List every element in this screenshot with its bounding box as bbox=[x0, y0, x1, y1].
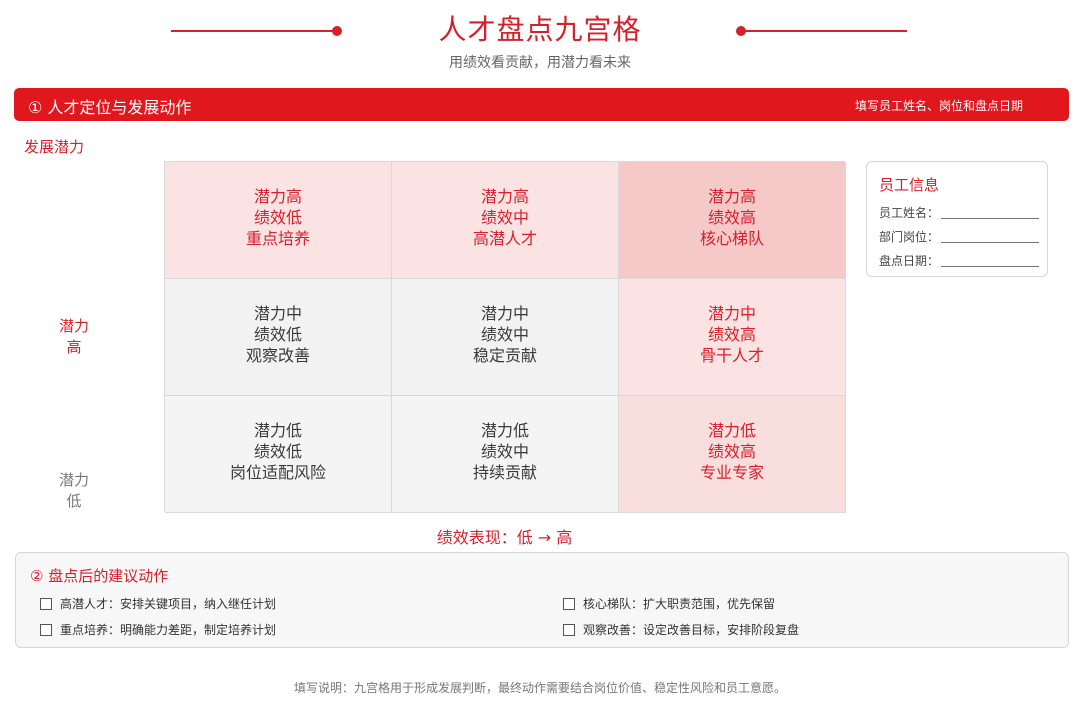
footnote: 填写说明：九宫格用于形成发展判断，最终动作需要结合岗位价值、稳定性风险和员工意愿… bbox=[293, 681, 786, 695]
action-label: 重点培养：明确能力差距，制定培养计划 bbox=[60, 623, 277, 637]
checkbox-icon[interactable] bbox=[563, 597, 575, 610]
recommended-actions-panel: ② 盘点后的建议动作 高潜人才：安排关键项目，纳入继任计划 核心梯队：扩大职责范… bbox=[15, 552, 1069, 648]
decorative-line-right bbox=[741, 30, 907, 32]
review-date-field[interactable] bbox=[941, 266, 1039, 267]
employee-info-card: 员工信息 员工姓名： 部门岗位： 盘点日期： bbox=[866, 161, 1048, 277]
y-axis-low-label: 潜力 低 bbox=[54, 470, 94, 512]
cell-criteria-label: 潜力中 bbox=[253, 303, 302, 323]
cell-category-label: 持续贡献 bbox=[472, 462, 537, 482]
action-item[interactable]: 高潜人才：安排关键项目，纳入继任计划 bbox=[40, 595, 276, 612]
cell-category-label: 观察改善 bbox=[245, 345, 310, 365]
y-axis-low-line2: 低 bbox=[66, 492, 82, 510]
cell-category-label: 骨干人才 bbox=[699, 345, 764, 365]
section-hint: 填写员工姓名、岗位和盘点日期 bbox=[854, 99, 1023, 113]
page-header: 人才盘点九宫格 用绩效看贡献，用潜力看未来 bbox=[0, 0, 1080, 80]
action-label: 观察改善：设定改善目标，安排阶段复盘 bbox=[583, 623, 800, 637]
cell-criteria-label: 潜力低 bbox=[480, 420, 529, 440]
cell-category-label: 专业专家 bbox=[699, 462, 764, 482]
employee-name-field[interactable] bbox=[941, 218, 1039, 219]
checkbox-icon[interactable] bbox=[563, 623, 575, 636]
cell-criteria-label: 潜力高 bbox=[253, 186, 302, 206]
checkbox-icon[interactable] bbox=[40, 623, 52, 636]
y-axis-high-line1: 潜力 bbox=[58, 317, 89, 335]
action-label: 核心梯队：扩大职责范围，优先保留 bbox=[583, 597, 776, 611]
cell-criteria-label: 潜力低 bbox=[253, 420, 302, 440]
cell-category-label: 高潜人才 bbox=[472, 228, 537, 248]
grid-cell: 潜力中 绩效低 观察改善 bbox=[165, 279, 392, 396]
grid-cell: 潜力高 绩效中 高潜人才 bbox=[392, 162, 619, 279]
cell-criteria-label: 绩效高 bbox=[707, 207, 756, 227]
actions-title: ② 盘点后的建议动作 bbox=[30, 567, 169, 585]
action-item[interactable]: 重点培养：明确能力差距，制定培养计划 bbox=[40, 621, 276, 638]
cell-criteria-label: 绩效高 bbox=[707, 324, 756, 344]
cell-criteria-label: 潜力高 bbox=[480, 186, 529, 206]
grid-cell: 潜力低 绩效高 专业专家 bbox=[619, 396, 846, 513]
cell-category-label: 重点培养 bbox=[245, 228, 310, 248]
page-title: 人才盘点九宫格 bbox=[438, 13, 642, 46]
action-label: 高潜人才：安排关键项目，纳入继任计划 bbox=[60, 597, 277, 611]
info-field-label-name: 员工姓名： bbox=[879, 206, 940, 220]
page-subtitle: 用绩效看贡献，用潜力看未来 bbox=[449, 55, 631, 71]
cell-criteria-label: 绩效低 bbox=[253, 324, 302, 344]
cell-category-label: 岗位适配风险 bbox=[229, 462, 326, 482]
cell-criteria-label: 潜力低 bbox=[707, 420, 756, 440]
cell-category-label: 核心梯队 bbox=[699, 228, 764, 248]
info-field-label-position: 部门岗位： bbox=[879, 230, 940, 244]
cell-criteria-label: 绩效中 bbox=[480, 207, 529, 227]
cell-criteria-label: 潜力高 bbox=[707, 186, 756, 206]
cell-criteria-label: 潜力中 bbox=[707, 303, 756, 323]
info-card-title: 员工信息 bbox=[879, 176, 940, 194]
department-position-field[interactable] bbox=[941, 242, 1039, 243]
section-bar-positioning: ① 人才定位与发展动作 填写员工姓名、岗位和盘点日期 bbox=[14, 88, 1069, 121]
y-axis-low-line1: 潜力 bbox=[58, 471, 89, 489]
cell-category-label: 稳定贡献 bbox=[472, 345, 537, 365]
action-item[interactable]: 观察改善：设定改善目标，安排阶段复盘 bbox=[563, 621, 799, 638]
cell-criteria-label: 绩效中 bbox=[480, 324, 529, 344]
cell-criteria-label: 绩效低 bbox=[253, 441, 302, 461]
grid-cell: 潜力低 绩效中 持续贡献 bbox=[392, 396, 619, 513]
x-axis-title: 绩效表现：低 → 高 bbox=[436, 528, 573, 547]
cell-criteria-label: 绩效中 bbox=[480, 441, 529, 461]
grid-cell: 潜力高 绩效高 核心梯队 bbox=[619, 162, 846, 279]
cell-criteria-label: 绩效低 bbox=[253, 207, 302, 227]
checkbox-icon[interactable] bbox=[40, 597, 52, 610]
info-field-label-date: 盘点日期： bbox=[879, 254, 940, 268]
grid-cell: 潜力高 绩效低 重点培养 bbox=[165, 162, 392, 279]
grid-cell: 潜力低 绩效低 岗位适配风险 bbox=[165, 396, 392, 513]
cell-criteria-label: 潜力中 bbox=[480, 303, 529, 323]
nine-box-grid: 潜力高 绩效低 重点培养 潜力高 绩效中 高潜人才 潜力高 绩效高 核心梯队 潜力中 绩效低 观察改善… bbox=[164, 161, 846, 513]
y-axis-high-line2: 高 bbox=[66, 338, 82, 356]
section-title: ① 人才定位与发展动作 bbox=[28, 98, 192, 117]
y-axis-title: 发展潜力 bbox=[24, 138, 85, 156]
action-item[interactable]: 核心梯队：扩大职责范围，优先保留 bbox=[563, 595, 775, 612]
grid-cell: 潜力中 绩效中 稳定贡献 bbox=[392, 279, 619, 396]
y-axis-high-label: 潜力 高 bbox=[54, 316, 94, 358]
cell-criteria-label: 绩效高 bbox=[707, 441, 756, 461]
grid-cell: 潜力中 绩效高 骨干人才 bbox=[619, 279, 846, 396]
